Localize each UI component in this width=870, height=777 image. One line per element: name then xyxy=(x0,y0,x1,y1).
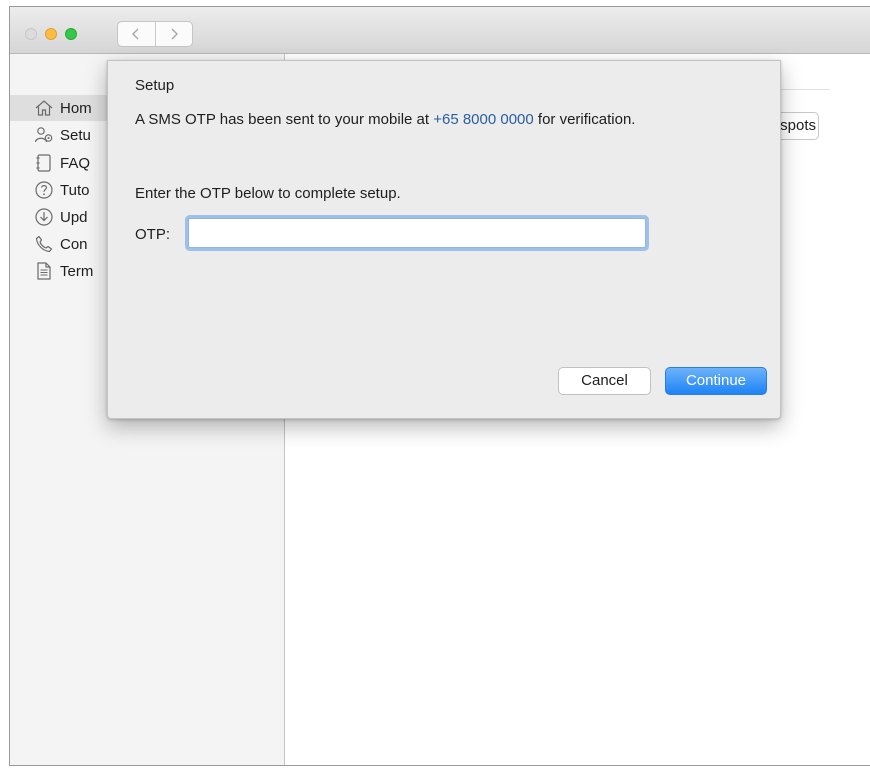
navigation-segment xyxy=(117,21,193,47)
chevron-right-icon xyxy=(171,28,178,40)
faq-book-icon xyxy=(34,153,54,173)
cancel-button[interactable]: Cancel xyxy=(558,367,651,395)
phone-number: +65 8000 0000 xyxy=(433,111,534,128)
download-circle-icon xyxy=(34,207,54,227)
dialog-instruction: Enter the OTP below to complete setup. xyxy=(135,185,401,202)
chevron-left-icon xyxy=(132,28,139,40)
document-icon xyxy=(34,261,54,281)
sidebar-item-label: Hom xyxy=(60,99,92,117)
dialog-message: A SMS OTP has been sent to your mobile a… xyxy=(135,111,635,128)
otp-label: OTP: xyxy=(135,226,171,243)
sidebar-item-label: Tuto xyxy=(60,181,90,199)
back-button[interactable] xyxy=(118,22,155,46)
sidebar-item-label: Upd xyxy=(60,208,88,226)
help-circle-icon xyxy=(34,180,54,200)
title-bar xyxy=(10,7,870,54)
home-icon xyxy=(34,98,54,118)
sidebar-item-label: Con xyxy=(60,235,88,253)
sidebar-item-label: Setu xyxy=(60,126,91,144)
minimize-window-button[interactable] xyxy=(45,28,57,40)
otp-input[interactable] xyxy=(188,218,646,248)
setup-dialog: Setup A SMS OTP has been sent to your mo… xyxy=(107,60,781,419)
dialog-title: Setup xyxy=(135,77,175,94)
sidebar-item-label: Term xyxy=(60,262,94,280)
continue-button[interactable]: Continue xyxy=(665,367,767,395)
message-prefix: A SMS OTP has been sent to your mobile a… xyxy=(135,111,434,128)
message-suffix: for verification. xyxy=(533,111,636,128)
forward-button[interactable] xyxy=(154,22,193,46)
phone-icon xyxy=(34,234,54,254)
zoom-window-button[interactable] xyxy=(65,28,77,40)
close-window-button[interactable] xyxy=(25,28,37,40)
sidebar-item-label: FAQ xyxy=(60,154,91,172)
setup-users-icon xyxy=(34,125,54,145)
